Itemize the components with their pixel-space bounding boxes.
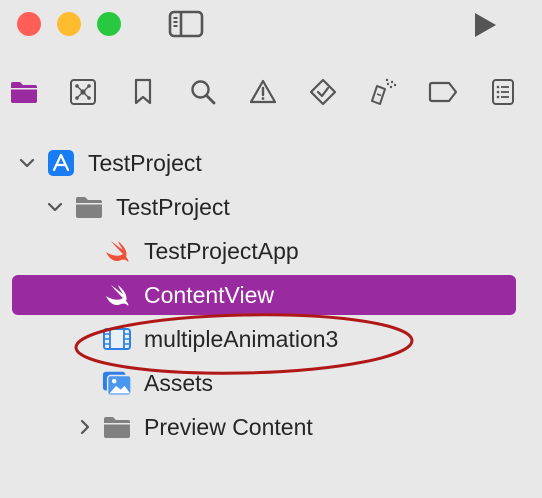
- zoom-window-button[interactable]: [97, 12, 121, 36]
- tree-item-label: Assets: [144, 370, 214, 396]
- project-navigator-tab[interactable]: [4, 72, 44, 112]
- sidebar-left-icon: [168, 10, 204, 38]
- report-icon: [492, 79, 514, 105]
- minimize-window-button[interactable]: [57, 12, 81, 36]
- tree-item-label: TestProject: [116, 194, 230, 220]
- swift-icon: [102, 281, 132, 309]
- tree-row-file[interactable]: TestProjectApp: [12, 231, 516, 271]
- window-toolbar: [0, 0, 542, 56]
- close-window-button[interactable]: [17, 12, 41, 36]
- tree-item-label: multipleAnimation3: [144, 326, 339, 352]
- play-icon: [475, 13, 496, 37]
- tree-row-project[interactable]: TestProject: [12, 143, 516, 183]
- tree-row-file[interactable]: multipleAnimation3: [12, 319, 516, 359]
- tree-row-file[interactable]: Assets: [12, 363, 516, 403]
- run-button[interactable]: [466, 8, 502, 42]
- tree-row-preview-folder[interactable]: Preview Content: [12, 407, 516, 447]
- folder-icon: [102, 413, 132, 441]
- bookmark-navigator-tab[interactable]: [123, 72, 163, 112]
- tree-item-label: ContentView: [144, 282, 274, 308]
- folder-icon: [11, 82, 37, 103]
- breakpoint-icon: [428, 81, 458, 103]
- asset-catalog-icon: [102, 369, 132, 397]
- test-icon: [309, 78, 337, 106]
- video-file-icon: [102, 325, 132, 353]
- tree-row-file-selected[interactable]: ContentView: [12, 275, 516, 315]
- chevron-down-icon[interactable]: [18, 154, 36, 172]
- bookmark-icon: [134, 78, 152, 105]
- tree-row-group[interactable]: TestProject: [12, 187, 516, 227]
- source-control-icon: [70, 79, 96, 105]
- test-navigator-tab[interactable]: [303, 72, 343, 112]
- debug-navigator-tab[interactable]: [363, 72, 403, 112]
- search-icon: [191, 80, 216, 105]
- navigator-selector-bar: [0, 66, 542, 118]
- folder-icon: [74, 193, 104, 221]
- find-navigator-tab[interactable]: [183, 72, 223, 112]
- chevron-right-icon[interactable]: [76, 418, 94, 436]
- tree-item-label: TestProjectApp: [144, 238, 299, 264]
- tree-item-label: TestProject: [88, 150, 202, 176]
- source-control-navigator-tab[interactable]: [63, 72, 103, 112]
- debug-icon: [371, 78, 397, 105]
- breakpoint-navigator-tab[interactable]: [423, 72, 463, 112]
- swift-icon: [102, 237, 132, 265]
- chevron-down-icon[interactable]: [46, 198, 64, 216]
- tree-item-label: Preview Content: [144, 414, 313, 440]
- report-navigator-tab[interactable]: [483, 72, 523, 112]
- issue-navigator-tab[interactable]: [243, 72, 283, 112]
- warning-icon: [249, 79, 277, 104]
- sidebar-toggle-button[interactable]: [166, 6, 206, 42]
- xcode-app-icon: [46, 149, 76, 177]
